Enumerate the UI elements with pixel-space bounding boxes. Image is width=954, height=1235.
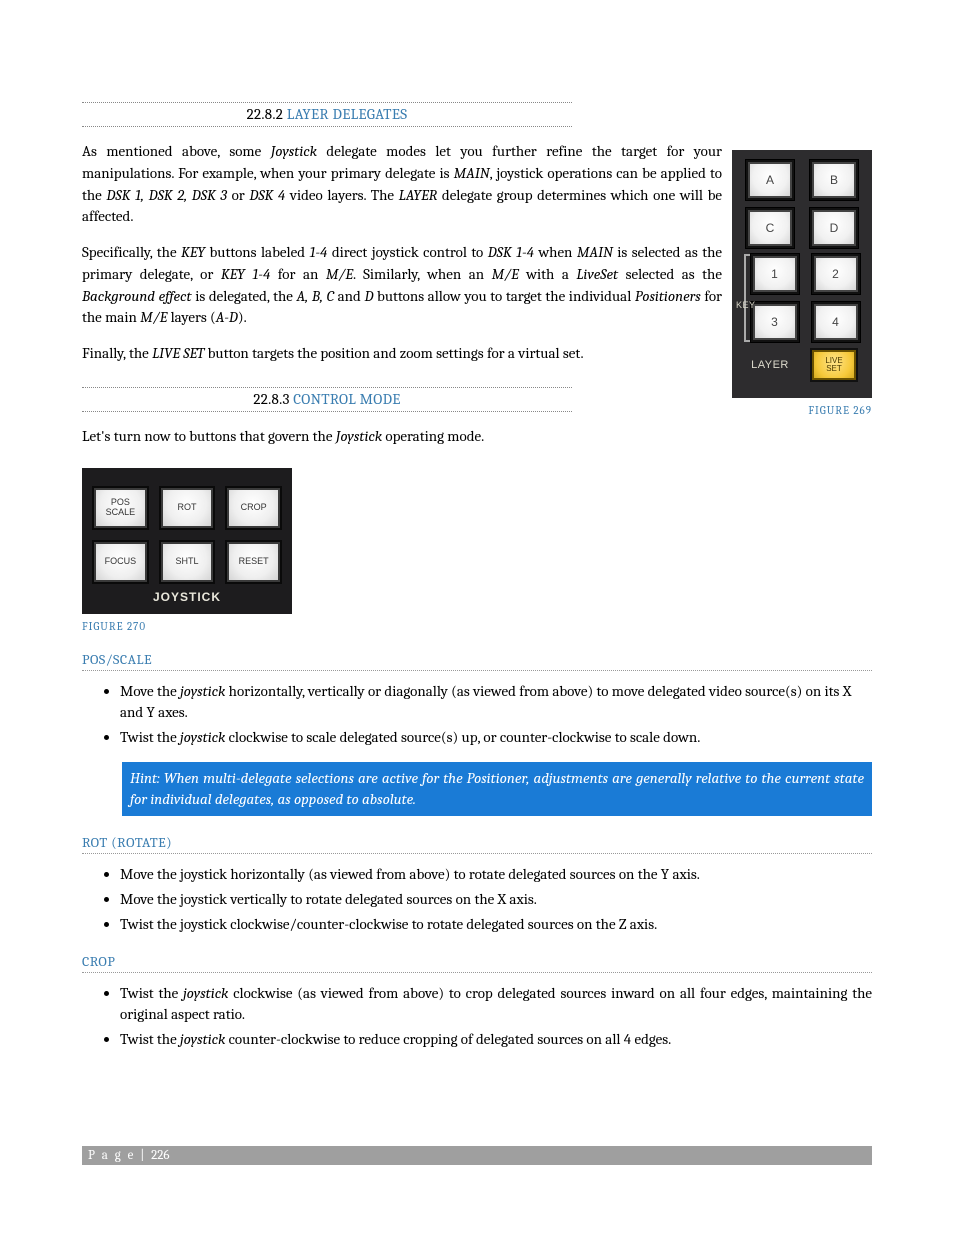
key-3-button[interactable]: 3 <box>751 302 799 342</box>
key-2-button[interactable]: 2 <box>812 254 860 294</box>
list-item: Move the joystick horizontally (as viewe… <box>120 864 872 885</box>
joystick-mode-panel: POS SCALE ROT CROP FOCUS SHTL RESET JOYS… <box>82 468 292 614</box>
footer-page-label: P a g e <box>88 1148 135 1163</box>
key-group-label: KEY <box>736 300 756 310</box>
figure-270: POS SCALE ROT CROP FOCUS SHTL RESET JOYS… <box>82 468 292 614</box>
layer-d-button[interactable]: D <box>810 208 858 248</box>
layer-group-label: LAYER <box>742 348 798 382</box>
layer-delegate-panel: A B C D 1 2 3 4 KEY LAYER LIVE SET <box>732 150 872 398</box>
section-heading-layer-delegates: 22.8.2 LAYER DELEGATES <box>82 102 572 127</box>
rot-button[interactable]: ROT <box>159 486 216 530</box>
layer-a-button[interactable]: A <box>746 160 794 200</box>
footer-page-number: 226 <box>151 1148 169 1163</box>
focus-button[interactable]: FOCUS <box>92 540 149 584</box>
paragraph: As mentioned above, some Joystick delega… <box>82 141 722 228</box>
pos-scale-button[interactable]: POS SCALE <box>92 486 149 530</box>
footer-sep: | <box>135 1148 151 1163</box>
reset-button[interactable]: RESET <box>225 540 282 584</box>
section-title: CONTROL MODE <box>293 390 400 408</box>
live-set-button-line2: SET <box>826 365 842 373</box>
list-item: Twist the joystick clockwise to scale de… <box>120 727 872 748</box>
paragraph: Let's turn now to buttons that govern th… <box>82 426 872 448</box>
subheading-pos-scale: POS/SCALE <box>82 651 872 671</box>
figure-270-caption: FIGURE 270 <box>82 620 872 633</box>
hint-callout: Hint: When multi-delegate selections are… <box>122 762 872 816</box>
section-number: 22.8.3 <box>253 390 289 408</box>
paragraph: Specifically, the KEY buttons labeled 1-… <box>82 242 722 329</box>
section-title: LAYER DELEGATES <box>287 105 408 123</box>
figure-269-caption: FIGURE 269 <box>732 404 872 417</box>
list-item: Twist the joystick clockwise (as viewed … <box>120 983 872 1025</box>
bullet-list: Move the joystick horizontally (as viewe… <box>120 864 872 935</box>
subheading-rot: ROT (ROTATE) <box>82 834 872 854</box>
figure-269: A B C D 1 2 3 4 KEY LAYER LIVE SET <box>732 150 872 417</box>
bullet-list: Move the joystick horizontally, vertical… <box>120 681 872 748</box>
paragraph: Finally, the LIVE SET button targets the… <box>82 343 722 365</box>
joystick-panel-label: JOYSTICK <box>92 590 282 604</box>
list-item: Move the joystick horizontally, vertical… <box>120 681 872 723</box>
subheading-crop: CROP <box>82 953 872 973</box>
crop-button[interactable]: CROP <box>225 486 282 530</box>
section-number: 22.8.2 <box>247 105 284 123</box>
key-1-button[interactable]: 1 <box>751 254 799 294</box>
section-heading-control-mode: 22.8.3 CONTROL MODE <box>82 387 572 412</box>
key-4-button[interactable]: 4 <box>812 302 860 342</box>
list-item: Twist the joystick counter-clockwise to … <box>120 1029 872 1050</box>
list-item: Twist the joystick clockwise/counter-clo… <box>120 914 872 935</box>
list-item: Move the joystick vertically to rotate d… <box>120 889 872 910</box>
bullet-list: Twist the joystick clockwise (as viewed … <box>120 983 872 1050</box>
page-footer: P a g e | 226 <box>82 1146 872 1165</box>
shtl-button[interactable]: SHTL <box>159 540 216 584</box>
layer-b-button[interactable]: B <box>810 160 858 200</box>
layer-c-button[interactable]: C <box>746 208 794 248</box>
live-set-button[interactable]: LIVE SET <box>810 348 858 382</box>
